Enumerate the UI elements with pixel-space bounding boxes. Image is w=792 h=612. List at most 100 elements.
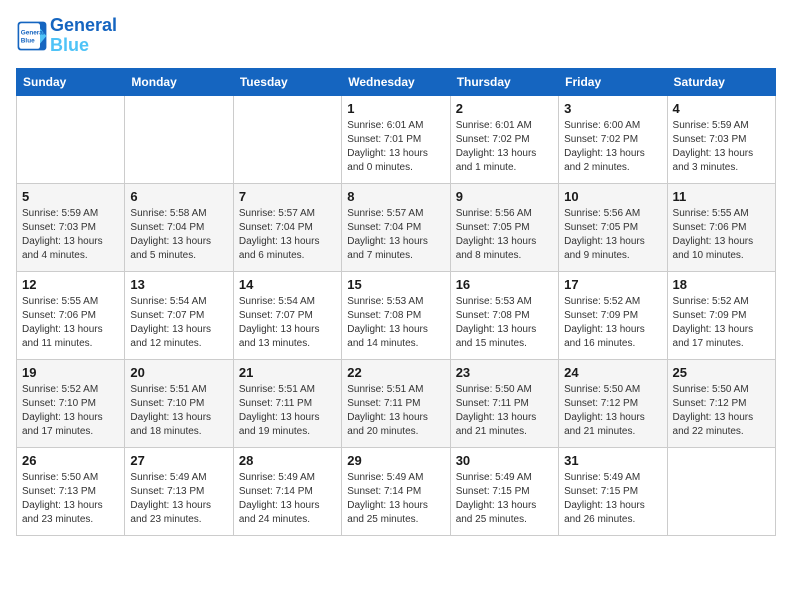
calendar-cell (667, 447, 775, 535)
day-detail: Sunrise: 5:56 AM Sunset: 7:05 PM Dayligh… (564, 207, 661, 263)
day-detail: Sunrise: 5:52 AM Sunset: 7:09 PM Dayligh… (673, 295, 770, 351)
day-detail: Sunrise: 5:52 AM Sunset: 7:10 PM Dayligh… (22, 383, 119, 439)
calendar-header-row: SundayMondayTuesdayWednesdayThursdayFrid… (17, 68, 776, 95)
logo: General Blue GeneralBlue (16, 16, 117, 56)
day-detail: Sunrise: 5:49 AM Sunset: 7:15 PM Dayligh… (564, 471, 661, 527)
calendar-cell: 12 Sunrise: 5:55 AM Sunset: 7:06 PM Dayli… (17, 271, 125, 359)
weekday-header: Thursday (450, 68, 558, 95)
calendar-cell (17, 95, 125, 183)
day-number: 23 (456, 365, 553, 380)
day-detail: Sunrise: 5:51 AM Sunset: 7:10 PM Dayligh… (130, 383, 227, 439)
weekday-header: Tuesday (233, 68, 341, 95)
day-detail: Sunrise: 5:49 AM Sunset: 7:13 PM Dayligh… (130, 471, 227, 527)
day-number: 20 (130, 365, 227, 380)
calendar-cell: 13 Sunrise: 5:54 AM Sunset: 7:07 PM Dayli… (125, 271, 233, 359)
day-number: 22 (347, 365, 444, 380)
calendar-cell: 22 Sunrise: 5:51 AM Sunset: 7:11 PM Dayli… (342, 359, 450, 447)
calendar-week-row: 1 Sunrise: 6:01 AM Sunset: 7:01 PM Daylig… (17, 95, 776, 183)
calendar-cell: 23Sunrise: 5:50 AM Sunset: 7:11 PM Dayli… (450, 359, 558, 447)
day-number: 13 (130, 277, 227, 292)
day-number: 2 (456, 101, 553, 116)
day-number: 18 (673, 277, 770, 292)
svg-text:Blue: Blue (21, 37, 35, 44)
day-number: 1 (347, 101, 444, 116)
day-detail: Sunrise: 5:51 AM Sunset: 7:11 PM Dayligh… (347, 383, 444, 439)
day-detail: Sunrise: 5:50 AM Sunset: 7:13 PM Dayligh… (22, 471, 119, 527)
day-number: 31 (564, 453, 661, 468)
day-detail: Sunrise: 5:57 AM Sunset: 7:04 PM Dayligh… (239, 207, 336, 263)
day-detail: Sunrise: 5:53 AM Sunset: 7:08 PM Dayligh… (347, 295, 444, 351)
calendar-cell: 1 Sunrise: 6:01 AM Sunset: 7:01 PM Daylig… (342, 95, 450, 183)
day-number: 11 (673, 189, 770, 204)
day-number: 3 (564, 101, 661, 116)
calendar-cell: 19 Sunrise: 5:52 AM Sunset: 7:10 PM Dayli… (17, 359, 125, 447)
svg-text:General: General (21, 29, 45, 36)
day-number: 4 (673, 101, 770, 116)
day-detail: Sunrise: 5:51 AM Sunset: 7:11 PM Dayligh… (239, 383, 336, 439)
day-number: 5 (22, 189, 119, 204)
day-detail: Sunrise: 5:59 AM Sunset: 7:03 PM Dayligh… (673, 119, 770, 175)
calendar-cell: 7 Sunrise: 5:57 AM Sunset: 7:04 PM Daylig… (233, 183, 341, 271)
calendar-cell: 15 Sunrise: 5:53 AM Sunset: 7:08 PM Dayli… (342, 271, 450, 359)
calendar-cell: 16Sunrise: 5:53 AM Sunset: 7:08 PM Dayli… (450, 271, 558, 359)
day-detail: Sunrise: 6:00 AM Sunset: 7:02 PM Dayligh… (564, 119, 661, 175)
calendar-week-row: 19 Sunrise: 5:52 AM Sunset: 7:10 PM Dayli… (17, 359, 776, 447)
day-detail: Sunrise: 5:50 AM Sunset: 7:12 PM Dayligh… (564, 383, 661, 439)
day-number: 25 (673, 365, 770, 380)
calendar-cell: 21Sunrise: 5:51 AM Sunset: 7:11 PM Dayli… (233, 359, 341, 447)
day-number: 12 (22, 277, 119, 292)
calendar-cell: 25 Sunrise: 5:50 AM Sunset: 7:12 PM Dayli… (667, 359, 775, 447)
day-detail: Sunrise: 5:49 AM Sunset: 7:15 PM Dayligh… (456, 471, 553, 527)
day-detail: Sunrise: 5:55 AM Sunset: 7:06 PM Dayligh… (22, 295, 119, 351)
calendar-week-row: 26 Sunrise: 5:50 AM Sunset: 7:13 PM Dayli… (17, 447, 776, 535)
calendar-cell: 17 Sunrise: 5:52 AM Sunset: 7:09 PM Dayli… (559, 271, 667, 359)
calendar-week-row: 12 Sunrise: 5:55 AM Sunset: 7:06 PM Dayli… (17, 271, 776, 359)
day-detail: Sunrise: 5:54 AM Sunset: 7:07 PM Dayligh… (130, 295, 227, 351)
day-number: 24 (564, 365, 661, 380)
calendar-cell: 26 Sunrise: 5:50 AM Sunset: 7:13 PM Dayli… (17, 447, 125, 535)
calendar-cell: 4 Sunrise: 5:59 AM Sunset: 7:03 PM Daylig… (667, 95, 775, 183)
calendar-cell: 9 Sunrise: 5:56 AM Sunset: 7:05 PM Daylig… (450, 183, 558, 271)
day-number: 10 (564, 189, 661, 204)
day-number: 9 (456, 189, 553, 204)
day-number: 14 (239, 277, 336, 292)
day-number: 29 (347, 453, 444, 468)
calendar-cell: 10 Sunrise: 5:56 AM Sunset: 7:05 PM Dayli… (559, 183, 667, 271)
calendar-cell: 28Sunrise: 5:49 AM Sunset: 7:14 PM Dayli… (233, 447, 341, 535)
weekday-header: Friday (559, 68, 667, 95)
day-detail: Sunrise: 5:55 AM Sunset: 7:06 PM Dayligh… (673, 207, 770, 263)
calendar-cell: 11 Sunrise: 5:55 AM Sunset: 7:06 PM Dayli… (667, 183, 775, 271)
day-detail: Sunrise: 5:57 AM Sunset: 7:04 PM Dayligh… (347, 207, 444, 263)
calendar-cell (125, 95, 233, 183)
calendar-cell: 18 Sunrise: 5:52 AM Sunset: 7:09 PM Dayli… (667, 271, 775, 359)
day-detail: Sunrise: 5:54 AM Sunset: 7:07 PM Dayligh… (239, 295, 336, 351)
day-detail: Sunrise: 6:01 AM Sunset: 7:01 PM Dayligh… (347, 119, 444, 175)
day-number: 8 (347, 189, 444, 204)
day-number: 28 (239, 453, 336, 468)
calendar-cell: 6 Sunrise: 5:58 AM Sunset: 7:04 PM Daylig… (125, 183, 233, 271)
calendar-cell: 27Sunrise: 5:49 AM Sunset: 7:13 PM Dayli… (125, 447, 233, 535)
calendar-cell: 14 Sunrise: 5:54 AM Sunset: 7:07 PM Dayli… (233, 271, 341, 359)
calendar-cell: 24 Sunrise: 5:50 AM Sunset: 7:12 PM Dayli… (559, 359, 667, 447)
day-number: 15 (347, 277, 444, 292)
calendar-cell: 2 Sunrise: 6:01 AM Sunset: 7:02 PM Daylig… (450, 95, 558, 183)
calendar-cell: 8 Sunrise: 5:57 AM Sunset: 7:04 PM Daylig… (342, 183, 450, 271)
day-detail: Sunrise: 5:52 AM Sunset: 7:09 PM Dayligh… (564, 295, 661, 351)
calendar-week-row: 5 Sunrise: 5:59 AM Sunset: 7:03 PM Daylig… (17, 183, 776, 271)
day-detail: Sunrise: 5:56 AM Sunset: 7:05 PM Dayligh… (456, 207, 553, 263)
day-detail: Sunrise: 5:58 AM Sunset: 7:04 PM Dayligh… (130, 207, 227, 263)
day-number: 7 (239, 189, 336, 204)
day-detail: Sunrise: 5:50 AM Sunset: 7:12 PM Dayligh… (673, 383, 770, 439)
day-detail: Sunrise: 5:59 AM Sunset: 7:03 PM Dayligh… (22, 207, 119, 263)
page-header: General Blue GeneralBlue (16, 16, 776, 56)
weekday-header: Monday (125, 68, 233, 95)
calendar-cell (233, 95, 341, 183)
calendar-cell: 29Sunrise: 5:49 AM Sunset: 7:14 PM Dayli… (342, 447, 450, 535)
day-detail: Sunrise: 6:01 AM Sunset: 7:02 PM Dayligh… (456, 119, 553, 175)
day-number: 19 (22, 365, 119, 380)
day-number: 6 (130, 189, 227, 204)
day-number: 17 (564, 277, 661, 292)
calendar-table: SundayMondayTuesdayWednesdayThursdayFrid… (16, 68, 776, 536)
day-number: 26 (22, 453, 119, 468)
calendar-cell: 20 Sunrise: 5:51 AM Sunset: 7:10 PM Dayli… (125, 359, 233, 447)
